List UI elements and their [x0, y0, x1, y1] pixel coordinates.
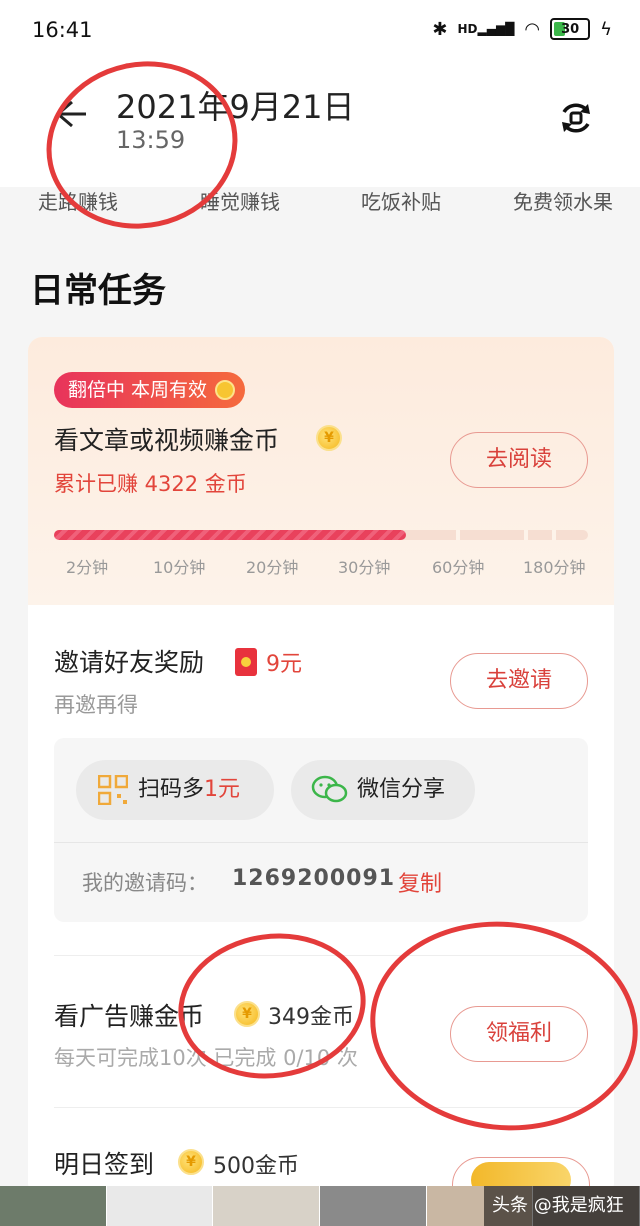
- read-task-panel: 翻倍中 本周有效 看文章或视频赚金币 ¥ 累计已赚 4322 金币 去阅读 2分…: [28, 337, 614, 605]
- task-card: 翻倍中 本周有效 看文章或视频赚金币 ¥ 累计已赚 4322 金币 去阅读 2分…: [28, 337, 614, 1197]
- thumbnail: [213, 1186, 321, 1226]
- qr-code-icon: [98, 775, 128, 805]
- go-invite-button[interactable]: 去邀请: [450, 653, 588, 709]
- invite-subtitle: 再邀再得: [54, 693, 138, 717]
- status-bar: 16:41 ✱ HD▂▄▆█ ◠ 30 ϟ: [0, 0, 640, 62]
- refresh-icon[interactable]: [556, 98, 596, 138]
- thumbnail: [320, 1186, 427, 1226]
- red-packet-icon: [235, 648, 257, 676]
- read-task-earned: 累计已赚 4322 金币: [54, 472, 247, 496]
- invite-panel: 扫码多1元 微信分享 我的邀请码： 1269200091 复制: [54, 738, 588, 922]
- divider: [54, 1107, 588, 1108]
- progress-label: 30分钟: [338, 558, 391, 577]
- read-task-title: 看文章或视频赚金币: [54, 426, 280, 455]
- scan-code-button[interactable]: 扫码多1元: [76, 760, 274, 820]
- read-progress-bar: [54, 530, 588, 540]
- invite-code-label: 我的邀请码：: [82, 871, 208, 895]
- back-arrow-icon[interactable]: [50, 94, 90, 134]
- category-tabs: 走路赚钱 睡觉赚钱 吃饭补贴 免费领水果: [0, 180, 640, 220]
- ad-task-title: 看广告赚金币: [54, 1002, 205, 1031]
- claim-welfare-button[interactable]: 领福利: [450, 1006, 588, 1062]
- tab-meal-subsidy[interactable]: 吃饭补贴: [361, 186, 441, 215]
- battery-icon: 30: [550, 18, 591, 40]
- header-time: 13:59: [116, 126, 186, 154]
- status-time: 16:41: [32, 18, 93, 42]
- ad-task-reward: 349金币: [268, 1005, 354, 1030]
- section-title: 日常任务: [30, 271, 166, 311]
- go-read-button[interactable]: 去阅读: [450, 432, 588, 488]
- progress-label: 2分钟: [66, 558, 109, 577]
- thumbnail: [106, 1186, 214, 1226]
- divider: [54, 842, 588, 843]
- checkin-reward: 500金币: [213, 1154, 299, 1179]
- progress-label: 60分钟: [432, 558, 485, 577]
- header: 2021年9月21日 13:59: [0, 62, 640, 187]
- invite-reward: 9元: [266, 652, 302, 677]
- invite-task-title: 邀请好友奖励: [54, 648, 205, 677]
- signal-icon: HD▂▄▆█: [457, 22, 515, 36]
- coin-icon: ¥: [316, 425, 342, 451]
- double-badge: 翻倍中 本周有效: [54, 372, 246, 408]
- thumbnail: [0, 1186, 107, 1226]
- copy-code-link[interactable]: 复制: [398, 866, 442, 898]
- tab-sleep-earn[interactable]: 睡觉赚钱: [200, 186, 280, 215]
- coin-icon: [215, 380, 236, 400]
- bluetooth-icon: ✱: [432, 18, 448, 40]
- coin-icon: ¥: [234, 1001, 260, 1027]
- divider: [54, 955, 588, 956]
- progress-label: 180分钟: [523, 558, 586, 577]
- wechat-icon: [311, 775, 348, 803]
- progress-label: 10分钟: [153, 558, 206, 577]
- wechat-share-button[interactable]: 微信分享: [291, 760, 475, 820]
- ad-task-subtitle: 每天可完成10次 已完成 0/10 次: [54, 1046, 358, 1070]
- tab-walk-earn[interactable]: 走路赚钱: [38, 186, 118, 215]
- charging-icon: ϟ: [600, 18, 612, 40]
- watermark: 头条 @我是疯狂啊: [484, 1186, 640, 1226]
- coin-icon: ¥: [178, 1149, 204, 1175]
- invite-code: 1269200091: [232, 866, 396, 891]
- tab-free-fruit[interactable]: 免费领水果: [513, 186, 613, 215]
- header-date: 2021年9月21日: [116, 88, 355, 126]
- status-icons: ✱ HD▂▄▆█ ◠ 30 ϟ: [432, 18, 612, 40]
- wifi-icon: ◠: [524, 18, 541, 40]
- progress-label: 20分钟: [246, 558, 299, 577]
- checkin-task-title: 明日签到: [54, 1150, 155, 1179]
